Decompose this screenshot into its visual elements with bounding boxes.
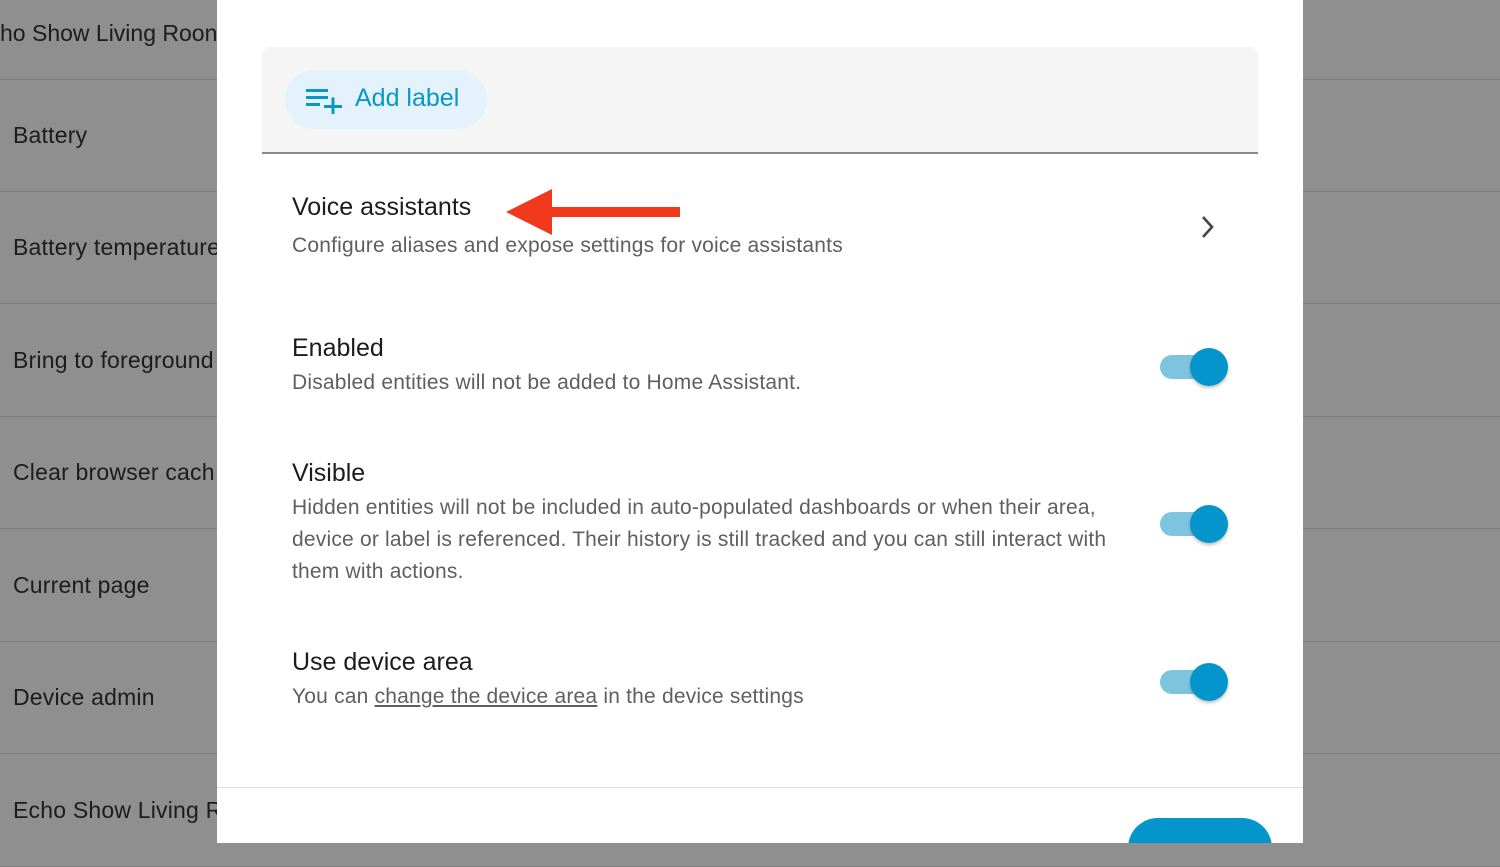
add-label-text: Add label — [355, 84, 460, 112]
visible-setting: Visible Hidden entities will not be incl… — [292, 459, 1252, 588]
playlist-add-icon — [306, 89, 342, 114]
toggle-knob — [1190, 663, 1228, 701]
enabled-toggle[interactable] — [1160, 347, 1230, 387]
device-area-description: You can change the device area in the de… — [292, 681, 1252, 713]
update-button[interactable] — [1128, 818, 1272, 843]
toggle-knob — [1190, 348, 1228, 386]
visible-title: Visible — [292, 459, 366, 487]
device-area-description-suffix: in the device settings — [597, 685, 804, 708]
visible-description: Hidden entities will not be included in … — [292, 496, 1107, 583]
add-label-button[interactable]: Add label — [285, 70, 487, 129]
entity-settings-dialog: Add label Voice assistants Configure ali… — [217, 0, 1303, 843]
background-list-item-label: Battery temperature — [13, 234, 221, 260]
voice-assistants-item[interactable]: Voice assistants Configure aliases and e… — [292, 193, 1252, 273]
background-list-item-label: Bring to foreground — [13, 347, 214, 373]
device-area-title: Use device area — [292, 648, 473, 676]
voice-assistants-title: Voice assistants — [292, 193, 472, 221]
background-list-item-label: Current page — [13, 572, 150, 598]
enabled-description: Disabled entities will not be added to H… — [292, 371, 802, 394]
background-list-item-label: Battery — [13, 122, 88, 148]
enabled-setting: Enabled Disabled entities will not be ad… — [292, 334, 1252, 399]
voice-assistants-description: Configure aliases and expose settings fo… — [292, 234, 843, 257]
toggle-knob — [1190, 505, 1228, 543]
labels-field: Add label — [262, 47, 1258, 154]
device-area-toggle[interactable] — [1160, 662, 1230, 702]
chevron-right-icon[interactable] — [1200, 214, 1216, 240]
dialog-footer-divider — [217, 787, 1303, 788]
background-list-item-label: Echo Show Living R — [13, 797, 223, 823]
device-area-setting: Use device area You can change the devic… — [292, 648, 1252, 713]
change-device-area-link[interactable]: change the device area — [375, 685, 598, 708]
visible-toggle[interactable] — [1160, 504, 1230, 544]
enabled-title: Enabled — [292, 334, 384, 362]
background-list-item-label: Device admin — [13, 684, 155, 710]
background-list-item-label: Clear browser cach — [13, 459, 215, 485]
device-area-description-prefix: You can — [292, 685, 375, 708]
background-device-title: ho Show Living Roon — [0, 20, 218, 46]
red-arrow-icon — [506, 189, 680, 235]
